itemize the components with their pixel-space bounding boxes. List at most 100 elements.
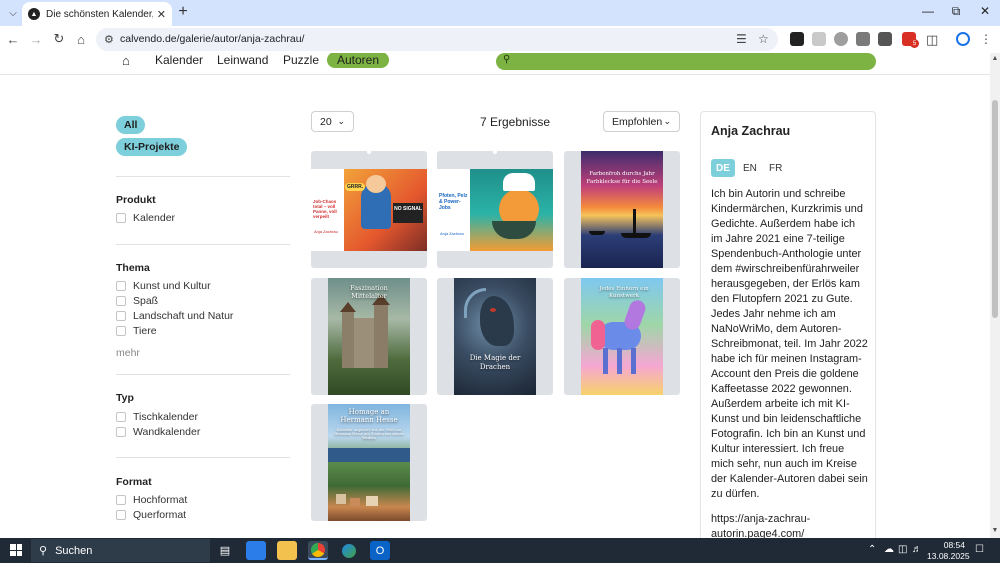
- checkbox[interactable]: [116, 281, 126, 291]
- address-bar[interactable]: ⚙ calvendo.de/galerie/autor/anja-zachrau…: [96, 28, 778, 51]
- sort-select[interactable]: Empfohlen ⌄: [603, 111, 680, 132]
- browser-tab[interactable]: ▲ Die schönsten Kalender, Puzzle ✕: [22, 2, 172, 26]
- restore-icon[interactable]: ⧉: [946, 4, 966, 19]
- product-card[interactable]: Pfoten, Pelz & Power-Jobs Anja Zachrau: [437, 151, 553, 268]
- bookmark-star-icon[interactable]: ☆: [758, 32, 769, 46]
- tab-search-chevron-icon[interactable]: ⌵: [4, 4, 22, 22]
- divider: [116, 374, 290, 375]
- checkbox[interactable]: [116, 412, 126, 422]
- poster-title: Faszination Mittelalter: [350, 284, 388, 300]
- windows-start-icon[interactable]: [10, 544, 22, 556]
- checkbox[interactable]: [116, 213, 126, 223]
- shield-extension-icon[interactable]: 5: [902, 32, 919, 48]
- product-card[interactable]: Faszination Mittelalter: [311, 278, 427, 395]
- checkbox[interactable]: [116, 427, 126, 437]
- results-count: 7 Ergebnisse: [480, 115, 551, 129]
- close-window-icon[interactable]: ✕: [975, 4, 995, 18]
- camera-extension-icon[interactable]: [834, 32, 848, 46]
- extension-icon[interactable]: [856, 32, 870, 46]
- show-more-link[interactable]: mehr: [116, 347, 140, 359]
- filter-pill-all[interactable]: All: [116, 116, 146, 134]
- profile-avatar-icon[interactable]: [956, 32, 970, 46]
- filter-option-hochformat[interactable]: Hochformat: [116, 493, 187, 507]
- taskbar-clock[interactable]: 08:54 13.08.2025: [927, 540, 970, 562]
- nav-autoren[interactable]: Autoren: [327, 53, 390, 68]
- minimize-icon[interactable]: —: [918, 4, 938, 18]
- filter-option-tischkalender[interactable]: Tischkalender: [116, 410, 198, 424]
- tray-chevron-icon[interactable]: ⌃: [868, 544, 876, 555]
- browser-toolbar: ← → ↻ ⌂ ⚙ calvendo.de/galerie/autor/anja…: [0, 26, 1000, 53]
- filter-pill-ki-projekte[interactable]: KI-Projekte: [116, 138, 188, 156]
- filter-option-spass[interactable]: Spaß: [116, 294, 158, 308]
- divider: [116, 176, 290, 177]
- product-card[interactable]: NO SIGNAL GRRR. Job-Chaos total – voll P…: [311, 151, 427, 268]
- file-explorer-icon[interactable]: [277, 541, 297, 560]
- nav-puzzle[interactable]: Puzzle: [283, 53, 319, 67]
- extension-icon[interactable]: [790, 32, 804, 46]
- divider: [116, 457, 290, 458]
- language-de[interactable]: DE: [711, 159, 735, 177]
- extensions-puzzle-icon[interactable]: ◫: [926, 32, 940, 47]
- checkbox[interactable]: [116, 510, 126, 520]
- notification-icon[interactable]: ☐: [975, 544, 984, 555]
- filter-option-kalender[interactable]: Kalender: [116, 211, 175, 225]
- poster-author: Anja Zachrau: [440, 231, 464, 236]
- reload-icon[interactable]: ↻: [50, 30, 68, 48]
- site-search-bar[interactable]: ⚲: [496, 53, 876, 70]
- outlook-app-icon[interactable]: O: [370, 541, 390, 560]
- filter-heading-thema: Thema: [116, 262, 150, 274]
- scroll-down-arrow-icon[interactable]: ▼: [990, 527, 1000, 537]
- product-card[interactable]: Homage an Hermann Hesse Kalender inspiri…: [311, 404, 427, 521]
- poster-author: Anja Zachrau: [314, 229, 338, 234]
- product-card[interactable]: Farbenfroh durchs Jahr Farbkleckse für d…: [564, 151, 680, 268]
- scroll-up-arrow-icon[interactable]: ▲: [990, 55, 1000, 65]
- menu-kebab-icon[interactable]: ⋮: [980, 32, 994, 46]
- language-en[interactable]: EN: [738, 159, 762, 177]
- nav-kalender[interactable]: Kalender: [155, 53, 203, 67]
- product-card[interactable]: Jedes Einhorn ein Kunstwerk: [564, 278, 680, 395]
- language-fr[interactable]: FR: [764, 159, 787, 177]
- poster-subtitle: Farbkleckse für die Seele: [586, 179, 658, 185]
- extension-icon[interactable]: [812, 32, 826, 46]
- volume-icon[interactable]: ♬: [912, 544, 922, 555]
- filter-option-tiere[interactable]: Tiere: [116, 324, 157, 338]
- author-website-link[interactable]: https://anja-zachrau-autorin.page4.com/: [711, 512, 869, 538]
- filter-option-wandkalender[interactable]: Wandkalender: [116, 425, 200, 439]
- checkbox[interactable]: [116, 311, 126, 321]
- network-icon[interactable]: ◫: [898, 544, 907, 555]
- home-icon[interactable]: ⌂: [122, 53, 130, 68]
- taskbar-search[interactable]: ⚲ Suchen: [31, 539, 210, 562]
- cloud-icon[interactable]: ☁: [884, 544, 894, 555]
- filter-option-querformat[interactable]: Querformat: [116, 508, 186, 522]
- edge-app-icon[interactable]: [339, 541, 359, 560]
- store-app-icon[interactable]: [246, 541, 266, 560]
- scrollbar-thumb[interactable]: [992, 100, 998, 318]
- filter-option-landschaft-und-natur[interactable]: Landschaft und Natur: [116, 309, 233, 323]
- close-tab-icon[interactable]: ✕: [157, 8, 166, 21]
- product-image: Faszination Mittelalter: [328, 278, 410, 395]
- poster-title: Job-Chaos total – voll Panne, voll verpe…: [313, 199, 337, 219]
- product-card[interactable]: Die Magie der Drachen: [437, 278, 553, 395]
- filter-option-kunst-und-kultur[interactable]: Kunst und Kultur: [116, 279, 211, 293]
- per-page-value: 20: [320, 115, 332, 128]
- nav-leinwand[interactable]: Leinwand: [217, 53, 268, 67]
- filter-heading-typ: Typ: [116, 392, 134, 404]
- back-icon[interactable]: ←: [4, 30, 22, 48]
- task-view-icon[interactable]: ▤: [215, 541, 235, 560]
- checkbox[interactable]: [116, 326, 126, 336]
- checkbox[interactable]: [116, 495, 126, 505]
- tab-title: Die schönsten Kalender, Puzzle: [46, 8, 153, 20]
- page-content: ⌂ Kalender Leinwand Puzzle Autoren ⚲ All…: [0, 53, 990, 538]
- chrome-app-icon[interactable]: [308, 541, 328, 560]
- translate-icon[interactable]: ☰: [736, 32, 747, 46]
- extension-icon[interactable]: [878, 32, 892, 46]
- new-tab-icon[interactable]: +: [176, 3, 190, 21]
- filter-heading-format: Format: [116, 476, 152, 488]
- author-name: Anja Zachrau: [711, 124, 791, 138]
- checkbox[interactable]: [116, 296, 126, 306]
- home-icon[interactable]: ⌂: [72, 30, 90, 48]
- poster-title: Homage an Hermann Hesse: [340, 408, 398, 424]
- forward-icon[interactable]: →: [27, 30, 45, 48]
- per-page-select[interactable]: 20 ⌄: [311, 111, 354, 132]
- site-info-icon[interactable]: ⚙: [104, 33, 114, 46]
